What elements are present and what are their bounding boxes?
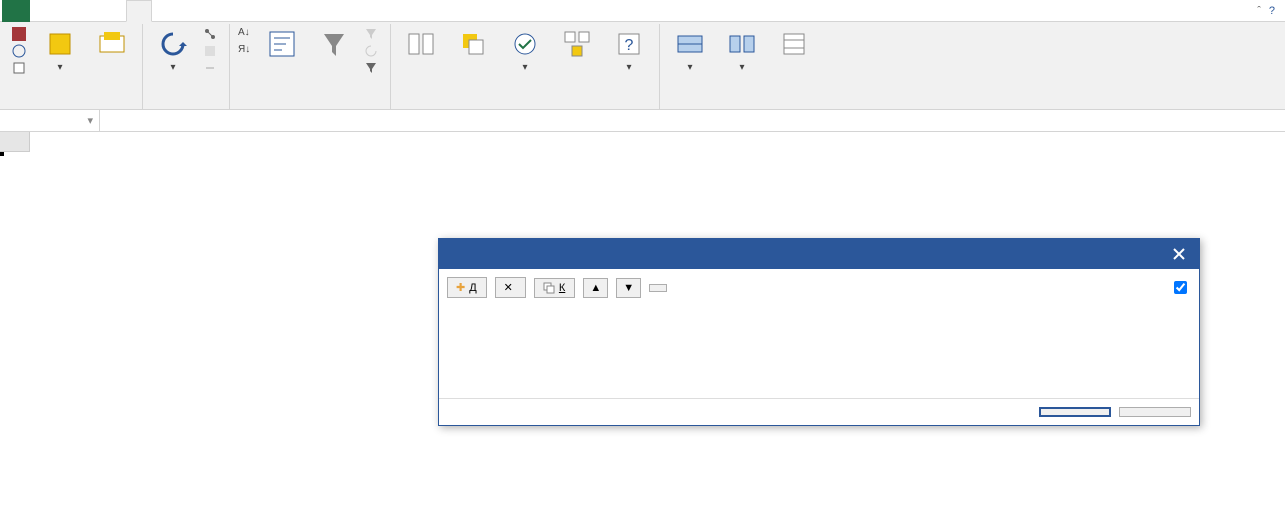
consol-icon (561, 28, 593, 60)
sort-dialog: ✚Д ✕ К ▲ ▼ (438, 238, 1200, 426)
group-sort-filter: А↓ Я↓ (230, 24, 391, 110)
copy-level-button[interactable]: К (534, 278, 575, 298)
group-btn[interactable]: ▾ (666, 26, 714, 75)
sort-asc[interactable]: А↓ (236, 26, 254, 42)
close-icon[interactable] (1169, 244, 1189, 264)
filter-icon (318, 28, 350, 60)
col-column-head (447, 306, 547, 310)
help-icon[interactable]: ? (1269, 5, 1275, 17)
group-connections: ▾ (143, 24, 230, 110)
formula-input[interactable] (110, 113, 1281, 129)
col-sort-head (707, 306, 947, 310)
options-button[interactable] (649, 284, 667, 292)
filter-button[interactable] (310, 26, 358, 64)
text-icon (12, 61, 26, 75)
cancel-button[interactable] (1119, 407, 1191, 417)
adv-icon (364, 61, 378, 75)
existing-icon (96, 28, 128, 60)
sort-button[interactable] (258, 26, 306, 64)
group-label (10, 96, 136, 110)
conn-icon (203, 27, 217, 41)
connections-btn[interactable] (201, 26, 223, 42)
tab-formulas[interactable] (102, 0, 126, 22)
move-down-button[interactable]: ▼ (616, 278, 641, 298)
tab-insert[interactable] (54, 0, 78, 22)
sort-icon (266, 28, 298, 60)
t2c-icon (405, 28, 437, 60)
tab-data[interactable] (126, 0, 152, 22)
clear-filter (362, 26, 384, 42)
ribbon-tabs: ˆ ? (0, 0, 1285, 22)
group-icon (674, 28, 706, 60)
reapply-icon (364, 44, 378, 58)
copy-icon (543, 282, 555, 294)
tab-review[interactable] (152, 0, 176, 22)
links-icon (203, 61, 217, 75)
tab-home[interactable] (30, 0, 54, 22)
clear-icon (364, 27, 378, 41)
group-label (236, 96, 384, 110)
group-label (149, 96, 223, 110)
dialog-titlebar[interactable] (439, 239, 1199, 269)
delete-icon: ✕ (504, 281, 513, 294)
existing-connections[interactable] (88, 26, 136, 64)
tab-view[interactable] (176, 0, 200, 22)
ungroup-icon (726, 28, 758, 60)
ok-button[interactable] (1039, 407, 1111, 417)
headers-checkbox[interactable] (1174, 281, 1191, 294)
formula-bar: ▾ (0, 110, 1285, 132)
consolidate[interactable] (553, 26, 601, 64)
reapply-filter (362, 43, 384, 59)
subtotal-btn[interactable] (770, 26, 818, 64)
col-order-head (947, 306, 1069, 310)
group-outline: ▾ ▾ (660, 24, 824, 110)
move-up-button[interactable]: ▲ (583, 278, 608, 298)
group-label (666, 96, 818, 110)
what-if[interactable]: ?▾ (605, 26, 653, 75)
select-all-corner[interactable] (0, 132, 30, 152)
ungroup-btn[interactable]: ▾ (718, 26, 766, 75)
from-web[interactable] (10, 43, 32, 59)
access-icon (12, 27, 26, 41)
delete-level-button[interactable]: ✕ (495, 277, 526, 298)
subtotal-icon (778, 28, 810, 60)
data-validation[interactable]: ▾ (501, 26, 549, 75)
refresh-all[interactable]: ▾ (149, 26, 197, 75)
tab-acrobat[interactable] (200, 0, 224, 22)
props-icon (203, 44, 217, 58)
sort-za-icon: Я↓ (238, 44, 252, 58)
web-icon (12, 44, 26, 58)
remove-duplicates[interactable] (449, 26, 497, 64)
text-to-columns[interactable] (397, 26, 445, 64)
headers-checkbox-input[interactable] (1174, 281, 1187, 294)
from-text[interactable] (10, 60, 32, 76)
help-icon[interactable] (1141, 244, 1161, 264)
from-access[interactable] (10, 26, 32, 42)
sources-icon (44, 28, 76, 60)
valid-icon (509, 28, 541, 60)
add-icon: ✚ (456, 281, 465, 294)
whatif-icon: ? (613, 28, 645, 60)
sort-az-icon: А↓ (238, 27, 252, 41)
properties-btn (201, 43, 223, 59)
dup-icon (457, 28, 489, 60)
tab-layout[interactable] (78, 0, 102, 22)
sort-desc[interactable]: Я↓ (236, 43, 254, 59)
file-tab[interactable] (2, 0, 30, 22)
svg-text:?: ? (625, 37, 634, 54)
group-label (397, 96, 653, 110)
edit-links-btn (201, 60, 223, 76)
name-box[interactable]: ▾ (0, 110, 100, 132)
ribbon: ▾ ▾ А↓ Я↓ (0, 22, 1285, 110)
add-level-button[interactable]: ✚Д (447, 277, 487, 298)
group-external-data: ▾ (4, 24, 143, 110)
refresh-icon (157, 28, 189, 60)
from-other-sources[interactable]: ▾ (36, 26, 84, 75)
group-data-tools: ▾ ?▾ (391, 24, 660, 110)
help-icon[interactable]: ˆ (1257, 5, 1261, 17)
advanced-filter[interactable] (362, 60, 384, 76)
